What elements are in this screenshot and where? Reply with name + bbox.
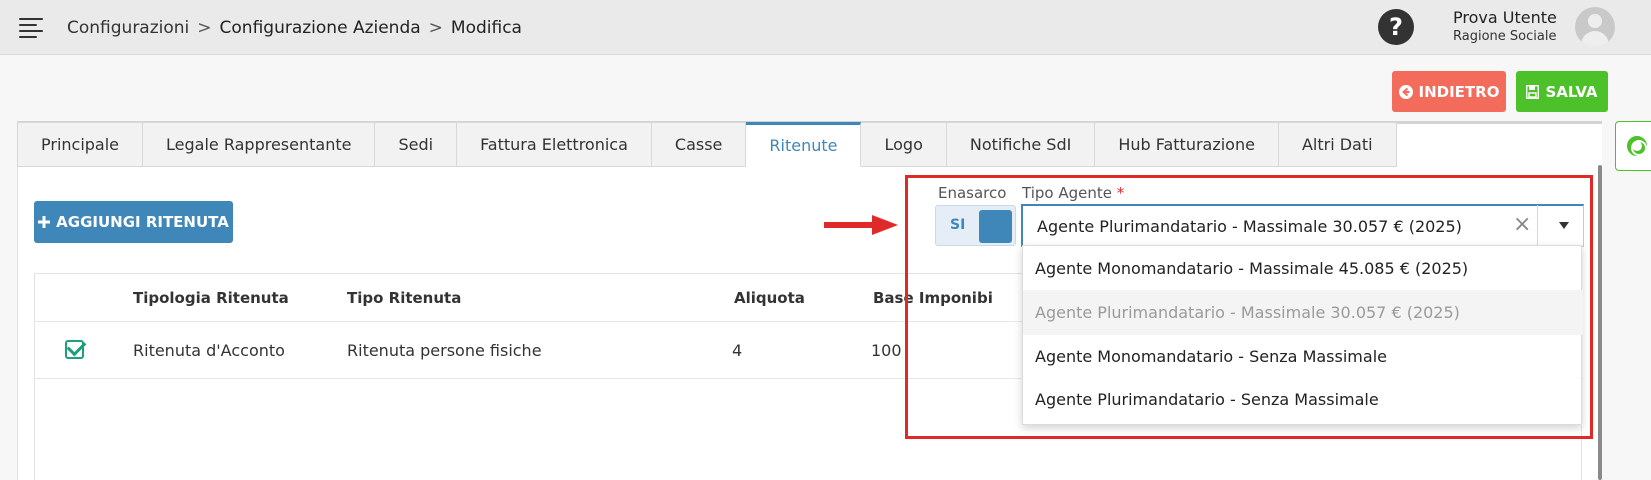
tab-principale[interactable]: Principale	[17, 122, 144, 167]
user-info[interactable]: Prova Utente Ragione Sociale	[1453, 8, 1557, 44]
save-button-label: SALVA	[1545, 82, 1598, 101]
plus-icon	[38, 216, 51, 228]
scrollbar[interactable]	[1598, 165, 1602, 480]
life-ring-icon	[1627, 136, 1647, 156]
tab-altri-dati[interactable]: Altri Dati	[1278, 122, 1397, 167]
cell-base-imponibile: 100	[871, 340, 902, 360]
breadcrumb-item-configurazioni[interactable]: Configurazioni	[67, 18, 189, 38]
floppy-disk-icon	[1526, 84, 1540, 99]
top-bar: Configurazioni > Configurazione Azienda > Mo…	[0, 0, 1651, 55]
breadcrumb-item-configurazione-azienda[interactable]: Configurazione Azienda	[220, 18, 421, 38]
tab-hub-fatturazione[interactable]: Hub Fatturazione	[1095, 122, 1279, 167]
add-ritenuta-label: AGGIUNGI RITENUTA	[56, 213, 229, 231]
avatar[interactable]	[1575, 7, 1615, 47]
hamburger-icon[interactable]	[19, 16, 43, 38]
breadcrumb-item-modifica: Modifica	[450, 18, 522, 38]
tab-fattura-elettronica[interactable]: Fattura Elettronica	[457, 122, 652, 167]
arrow-left-icon	[1398, 84, 1413, 99]
breadcrumb-separator: >	[197, 18, 212, 38]
back-button[interactable]: INDIETRO	[1392, 71, 1506, 112]
back-button-label: INDIETRO	[1418, 82, 1500, 101]
breadcrumb-separator: >	[428, 18, 443, 38]
avatar-head	[1588, 14, 1602, 28]
tab-sedi[interactable]: Sedi	[375, 122, 458, 167]
question-circle-icon[interactable]: ?	[1378, 9, 1414, 45]
tab-legale-rappresentante[interactable]: Legale Rappresentante	[143, 122, 376, 167]
cell-tipo: Ritenuta persone fisiche	[347, 340, 542, 360]
cell-aliquota: 4	[732, 340, 743, 360]
add-ritenuta-button[interactable]: AGGIUNGI RITENUTA	[34, 201, 233, 243]
cell-tipologia: Ritenuta d'Acconto	[133, 340, 285, 360]
check-square-icon[interactable]	[65, 340, 84, 359]
avatar-body	[1581, 31, 1609, 47]
column-header-tipologia[interactable]: Tipologia Ritenuta	[133, 274, 289, 321]
tab-casse[interactable]: Casse	[651, 122, 747, 167]
column-header-aliquota[interactable]: Aliquota	[734, 274, 805, 321]
tab-ritenute[interactable]: Ritenute	[746, 122, 862, 167]
annotation-highlight-box	[905, 175, 1593, 439]
save-button[interactable]: SALVA	[1516, 71, 1608, 112]
red-arrow-icon	[824, 215, 898, 235]
tab-notifiche-sdi[interactable]: Notifiche SdI	[946, 122, 1096, 167]
tab-logo[interactable]: Logo	[861, 122, 947, 167]
column-header-tipo[interactable]: Tipo Ritenuta	[347, 274, 461, 321]
user-name: Prova Utente	[1453, 8, 1557, 27]
company-name: Ragione Sociale	[1453, 29, 1557, 44]
breadcrumb: Configurazioni > Configurazione Azienda > Mo…	[67, 18, 522, 38]
tab-bar: Principale Legale Rappresentante Sedi Fa…	[17, 122, 1397, 167]
support-button[interactable]	[1615, 121, 1651, 171]
